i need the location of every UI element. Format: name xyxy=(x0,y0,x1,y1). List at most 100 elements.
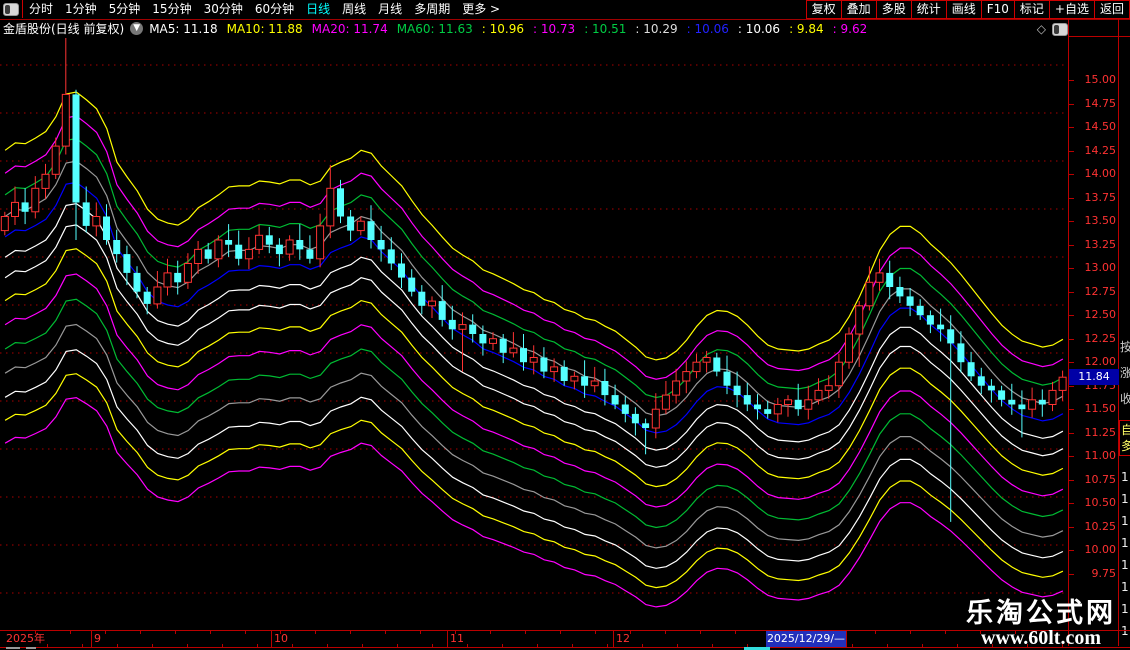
panel-icon[interactable] xyxy=(1052,23,1068,36)
date-label-9: 9 xyxy=(94,632,101,646)
toolbar-button-返回[interactable]: 返回 xyxy=(1094,0,1130,19)
price-tickmark xyxy=(1069,574,1074,575)
indicator-MA6011.63: MA60: 11.63 xyxy=(397,22,473,36)
minor-tick xyxy=(910,631,911,634)
price-tickmark xyxy=(1069,268,1074,269)
chart-header: 金盾股份(日线 前复权) ▼ MA5: 11.18MA10: 11.88MA20… xyxy=(0,20,1066,37)
price-tick-10.75: 10.75 xyxy=(1085,473,1117,486)
toolbar-button-复权[interactable]: 复权 xyxy=(806,0,841,19)
minor-tick xyxy=(875,631,876,634)
menu-item-周线[interactable]: 周线 xyxy=(336,2,372,16)
minor-tick xyxy=(560,631,561,634)
price-tick-11.00: 11.00 xyxy=(1085,449,1117,462)
indicator-values: MA5: 11.18MA10: 11.88MA20: 11.74MA60: 11… xyxy=(149,22,876,36)
price-tickmark xyxy=(1069,245,1074,246)
menu-item-60分钟[interactable]: 60分钟 xyxy=(249,2,300,16)
header-icons: ◇ xyxy=(1037,22,1068,36)
price-tickmark xyxy=(1069,550,1074,551)
indicator-10.29: : 10.29 xyxy=(635,22,677,36)
price-tickmark xyxy=(1069,174,1074,175)
minor-tick xyxy=(210,631,211,634)
clipped-number: 1 xyxy=(1121,514,1129,528)
window-icon xyxy=(3,3,19,16)
price-tick-14.50: 14.50 xyxy=(1085,120,1117,133)
menu-item-分时[interactable]: 分时 xyxy=(23,2,59,16)
toolbar-button-统计[interactable]: 统计 xyxy=(911,0,946,19)
price-tickmark xyxy=(1069,315,1074,316)
indicator-10.06: : 10.06 xyxy=(687,22,729,36)
menu-item-5分钟[interactable]: 5分钟 xyxy=(103,2,147,16)
price-tick-11.25: 11.25 xyxy=(1085,426,1117,439)
indicator-10.51: : 10.51 xyxy=(584,22,626,36)
indicator-9.84: : 9.84 xyxy=(789,22,824,36)
period-menu: 分时1分钟5分钟15分钟30分钟60分钟日线周线月线多周期更多 > xyxy=(23,0,506,19)
menu-item-15分钟[interactable]: 15分钟 xyxy=(146,2,197,16)
price-tick-9.75: 9.75 xyxy=(1092,567,1117,580)
minor-tick xyxy=(315,631,316,634)
toolbar-button-F10[interactable]: F10 xyxy=(981,0,1014,19)
price-tickmark xyxy=(1069,480,1074,481)
toolbar-button-标记[interactable]: 标记 xyxy=(1014,0,1049,19)
cursor-date-box: 2025/12/29/— xyxy=(766,631,846,647)
price-tick-12.50: 12.50 xyxy=(1085,308,1117,321)
menu-item-日线[interactable]: 日线 xyxy=(300,2,336,16)
clipped-number: 1 xyxy=(1121,602,1129,616)
menu-item-30分钟[interactable]: 30分钟 xyxy=(198,2,249,16)
date-separator xyxy=(846,631,847,647)
price-tick-13.25: 13.25 xyxy=(1085,238,1117,251)
price-tickmark xyxy=(1069,80,1074,81)
price-tick-14.25: 14.25 xyxy=(1085,144,1117,157)
menu-item-多周期[interactable]: 多周期 xyxy=(408,2,456,16)
clipped-number: 1 xyxy=(1121,470,1129,484)
right-edge-clipped-panel: 按涨收自多11111111 xyxy=(1119,38,1130,646)
clipped-text-fragment xyxy=(6,647,20,649)
price-tickmark xyxy=(1069,339,1074,340)
price-tickmark xyxy=(1069,221,1074,222)
minor-tick xyxy=(735,631,736,634)
stock-title: 金盾股份(日线 前复权) xyxy=(3,20,124,37)
indicator-10.96: : 10.96 xyxy=(482,22,524,36)
menu-item-更多 >[interactable]: 更多 > xyxy=(456,2,506,16)
date-label-12: 12 xyxy=(616,632,630,646)
price-tick-14.00: 14.00 xyxy=(1085,167,1117,180)
toolbar-button-画线[interactable]: 画线 xyxy=(946,0,981,19)
indicator-10.73: : 10.73 xyxy=(533,22,575,36)
indicator-MA511.18: MA5: 11.18 xyxy=(149,22,217,36)
current-price-box: 11.84 xyxy=(1069,369,1119,385)
indicator-MA2011.74: MA20: 11.74 xyxy=(312,22,388,36)
date-separator xyxy=(613,631,614,647)
price-tickmark xyxy=(1069,127,1074,128)
price-tickmark xyxy=(1069,104,1074,105)
minor-tick xyxy=(350,631,351,634)
toolbar-button-多股[interactable]: 多股 xyxy=(876,0,911,19)
diamond-icon[interactable]: ◇ xyxy=(1037,22,1046,36)
menu-item-月线[interactable]: 月线 xyxy=(372,2,408,16)
price-tickmark xyxy=(1069,151,1074,152)
price-tick-11.50: 11.50 xyxy=(1085,402,1117,415)
minor-tick xyxy=(525,631,526,634)
window-menu-button[interactable] xyxy=(0,0,23,18)
clipped-label-涨: 涨 xyxy=(1120,364,1130,381)
clipped-red-box: 自多 xyxy=(1119,420,1130,456)
candlestick-chart[interactable] xyxy=(0,38,1068,630)
price-tick-13.00: 13.00 xyxy=(1085,261,1117,274)
toolbar-button-叠加[interactable]: 叠加 xyxy=(841,0,876,19)
chevron-down-icon[interactable]: ▼ xyxy=(130,22,143,35)
minor-tick xyxy=(140,631,141,634)
date-axis: 2025/12/29/— 2025年9101112 xyxy=(0,630,1130,648)
price-tickmark xyxy=(1069,386,1074,387)
minor-tick xyxy=(630,631,631,634)
watermark-url: www.60lt.com xyxy=(966,628,1116,648)
price-tick-14.75: 14.75 xyxy=(1085,97,1117,110)
price-tickmark xyxy=(1069,292,1074,293)
toolbar-button-group: 复权叠加多股统计画线F10标记+自选返回 xyxy=(806,0,1130,19)
clipped-label-自: 自 xyxy=(1121,421,1130,438)
minor-tick xyxy=(490,631,491,634)
menu-item-1分钟[interactable]: 1分钟 xyxy=(59,2,103,16)
date-label-10: 10 xyxy=(274,632,288,646)
price-tickmark xyxy=(1069,433,1074,434)
clipped-number: 1 xyxy=(1121,492,1129,506)
minor-tick xyxy=(385,631,386,634)
watermark-site-name: 乐淘公式网 xyxy=(966,600,1116,628)
toolbar-button-+自选[interactable]: +自选 xyxy=(1049,0,1094,19)
